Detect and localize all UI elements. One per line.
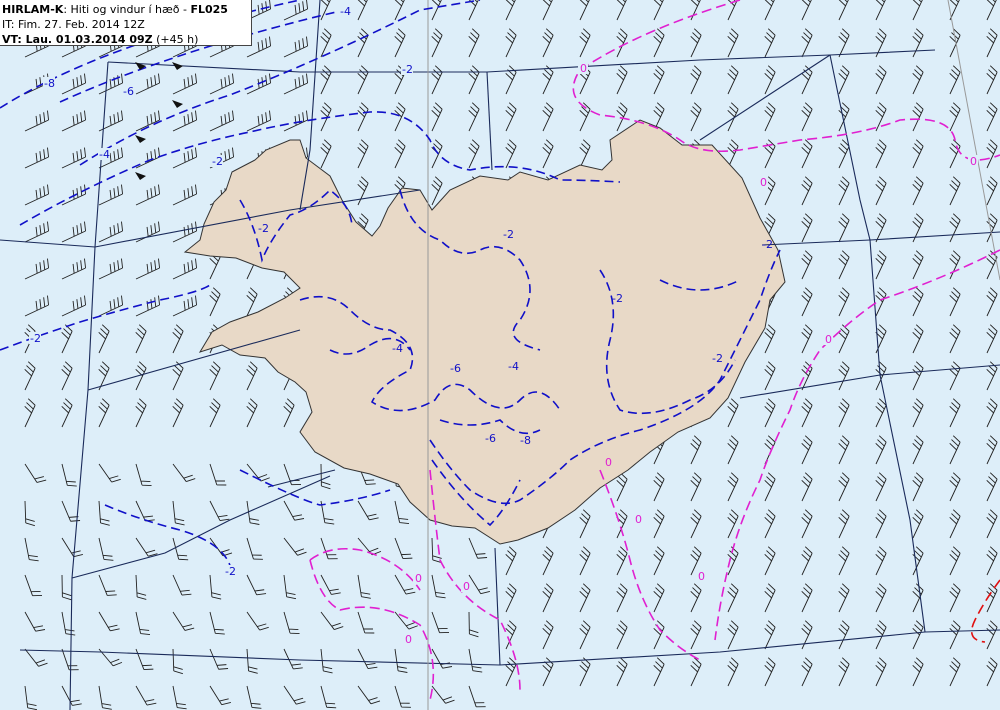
product-name: Hiti og vindur í hæð xyxy=(70,3,180,16)
label-minus-2: -2 xyxy=(30,332,41,345)
flight-level: FL025 xyxy=(190,3,228,16)
valid-time-line: VT: Lau. 01.03.2014 09Z (+45 h) xyxy=(2,32,251,47)
label-zero: 0 xyxy=(970,155,977,168)
separator: : xyxy=(63,3,71,16)
separator: - xyxy=(179,3,191,16)
label-zero: 0 xyxy=(605,456,612,469)
label-minus-4: -4 xyxy=(340,5,351,18)
label-zero: 0 xyxy=(825,333,832,346)
label-minus-2: -2 xyxy=(612,292,623,305)
label-minus-4: -4 xyxy=(508,360,519,373)
label-minus-2: -2 xyxy=(503,228,514,241)
label-zero: 0 xyxy=(635,513,642,526)
label-minus-4: -4 xyxy=(99,148,110,161)
weather-map: -8 -6 -4 -4 -2 -2 -2 -2 -2 -2 -2 -2 -2 -… xyxy=(0,0,1000,710)
label-minus-2: -2 xyxy=(212,155,223,168)
label-zero: 0 xyxy=(580,62,587,75)
model-name: HIRLAM-K xyxy=(2,3,64,16)
label-minus-8: -8 xyxy=(520,434,531,447)
title-line: HIRLAM-K: Hiti og vindur í hæð - FL025 xyxy=(2,2,251,17)
label-minus-2: -2 xyxy=(402,63,413,76)
valid-time: VT: Lau. 01.03.2014 09Z xyxy=(2,33,153,46)
label-zero: 0 xyxy=(415,572,422,585)
label-minus-2: -2 xyxy=(762,238,773,251)
label-minus-6: -6 xyxy=(123,85,134,98)
initial-time: IT: Fim. 27. Feb. 2014 12Z xyxy=(2,18,145,31)
label-minus-2: -2 xyxy=(225,565,236,578)
label-zero: 0 xyxy=(698,570,705,583)
label-minus-4: -4 xyxy=(392,342,403,355)
forecast-offset: (+45 h) xyxy=(152,33,199,46)
label-zero: 0 xyxy=(760,176,767,189)
label-minus-6: -6 xyxy=(450,362,461,375)
map-title-box: HIRLAM-K: Hiti og vindur í hæð - FL025 I… xyxy=(0,0,252,46)
label-minus-2: -2 xyxy=(258,222,269,235)
label-zero: 0 xyxy=(405,633,412,646)
label-minus-2: -2 xyxy=(712,352,723,365)
label-minus-8: -8 xyxy=(44,77,55,90)
label-minus-6: -6 xyxy=(485,432,496,445)
label-zero: 0 xyxy=(463,580,470,593)
